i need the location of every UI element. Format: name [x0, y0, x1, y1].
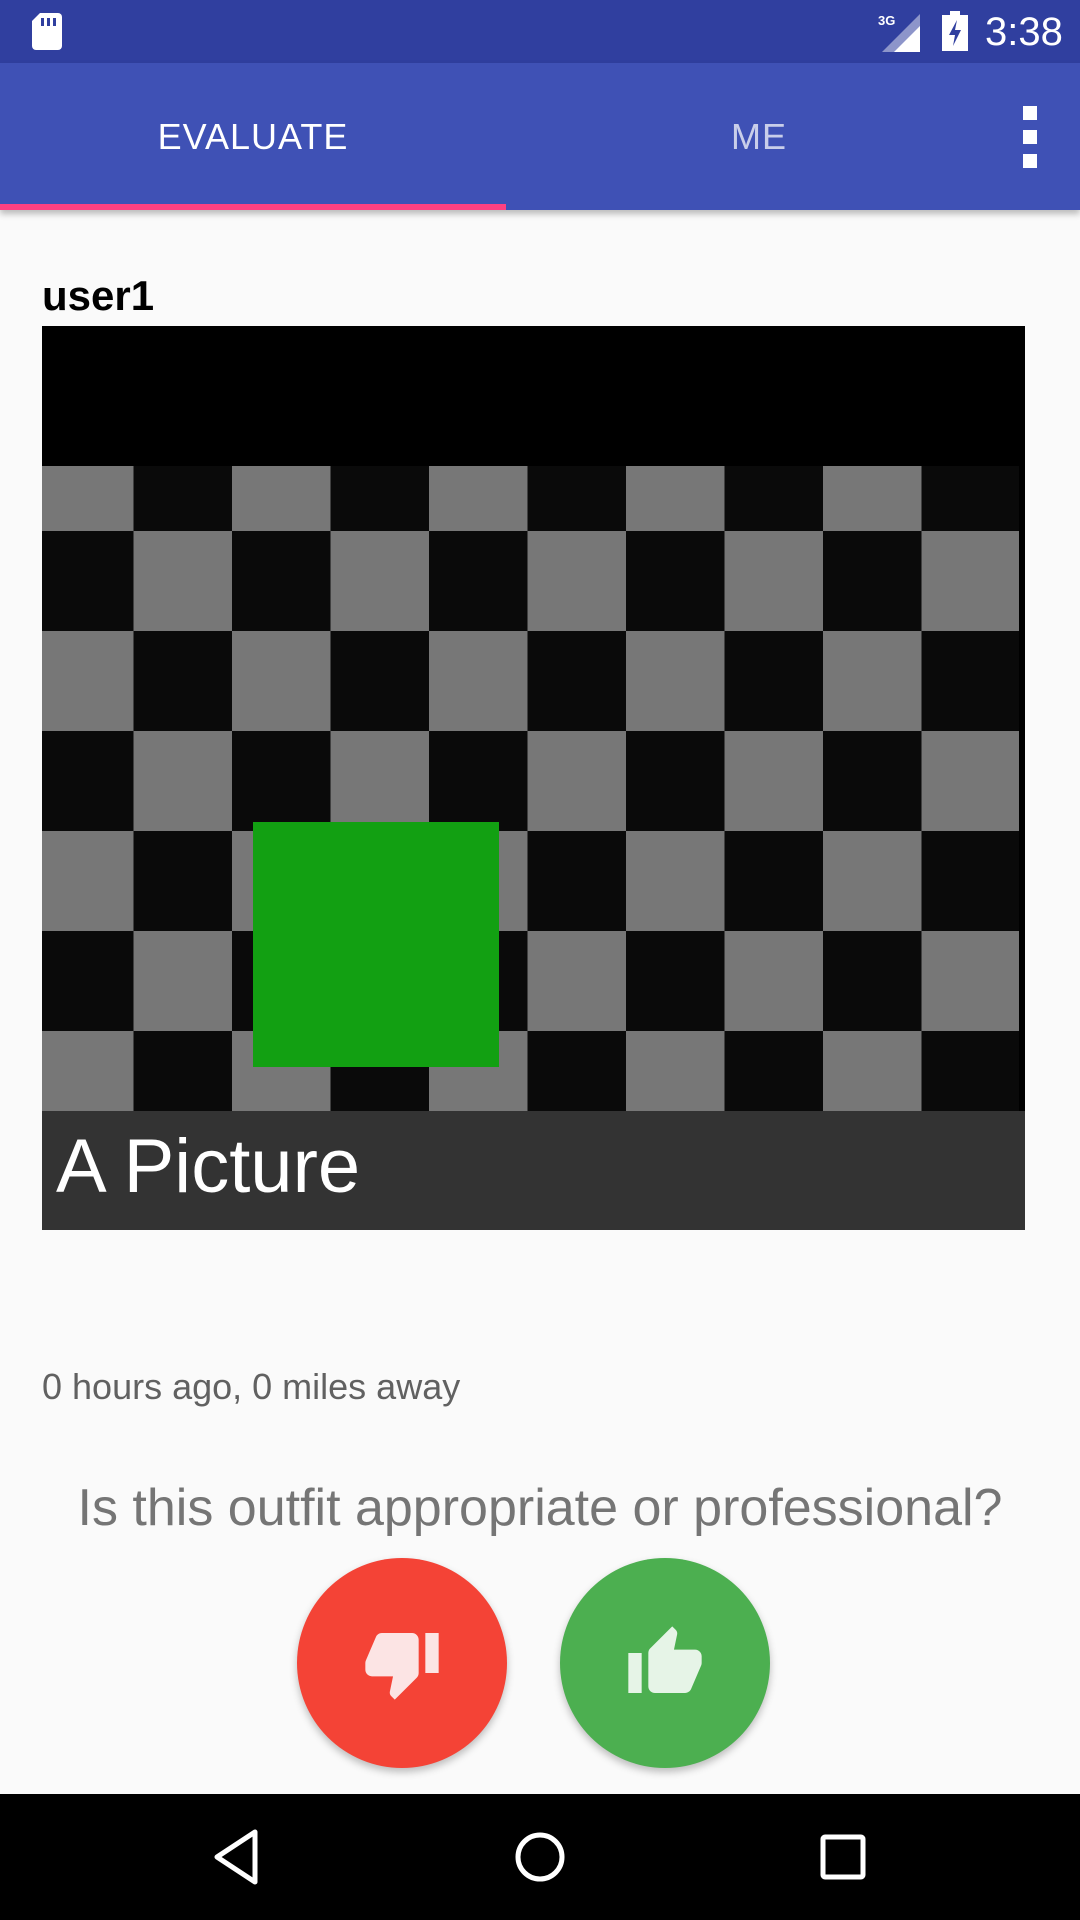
dislike-button[interactable]	[297, 1558, 507, 1768]
navigation-bar	[0, 1794, 1080, 1920]
status-clock: 3:38	[985, 10, 1063, 54]
tab-evaluate[interactable]: EVALUATE	[0, 63, 506, 210]
tab-me[interactable]: ME	[506, 63, 1012, 210]
post-username: user1	[42, 272, 155, 319]
checkerboard-image	[42, 466, 1019, 1204]
home-icon[interactable]	[507, 1824, 573, 1890]
battery-charging-icon	[942, 11, 968, 51]
evaluation-question: Is this outfit appropriate or profession…	[77, 1479, 1003, 1537]
svg-text:3G: 3G	[878, 13, 895, 28]
status-bar: 3G 3:38	[0, 0, 1080, 63]
thumb-down-icon	[365, 1633, 439, 1700]
recents-icon[interactable]	[810, 1824, 876, 1890]
back-icon[interactable]	[205, 1824, 271, 1890]
tab-indicator	[0, 204, 506, 210]
app-bar: EVALUATE ME	[0, 63, 1080, 210]
sd-card-icon	[32, 13, 62, 50]
photo-caption: A Picture	[56, 1124, 361, 1209]
more-vert-icon[interactable]	[1000, 63, 1060, 210]
thumb-up-icon	[628, 1626, 702, 1693]
post-photo[interactable]: A Picture	[42, 326, 1025, 1230]
photo-caption-bar: A Picture	[42, 1111, 1025, 1230]
green-square	[253, 822, 499, 1067]
like-button[interactable]	[560, 1558, 770, 1768]
post-meta: 0 hours ago, 0 miles away	[42, 1366, 461, 1407]
signal-icon: 3G	[878, 13, 920, 52]
